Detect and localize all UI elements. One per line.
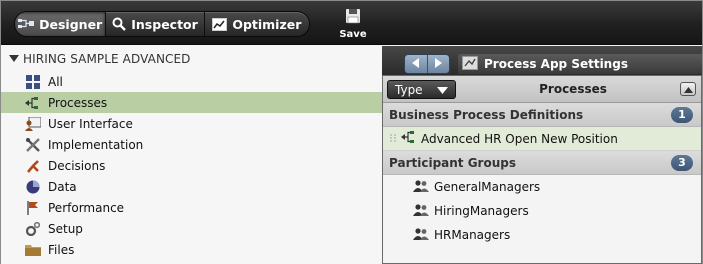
tools-icon	[25, 137, 41, 153]
list-item-label: HRManagers	[434, 228, 511, 242]
grid-icon	[25, 74, 41, 90]
tree-item-files[interactable]: Files	[1, 239, 382, 260]
mode-switcher: Designer Inspector Optimizer	[14, 11, 310, 37]
collapse-button[interactable]	[680, 82, 696, 96]
users-icon	[413, 227, 429, 243]
tree-item-label: Processes	[48, 95, 108, 110]
forward-button[interactable]	[428, 55, 450, 73]
triangle-down-icon[interactable]	[9, 52, 19, 66]
tree-item-label: All	[48, 74, 63, 89]
save-label: Save	[339, 29, 367, 40]
section-label: Participant Groups	[389, 155, 516, 170]
list-item-participant-group[interactable]: HRManagers	[383, 223, 701, 247]
settings-icon	[462, 55, 478, 73]
users-icon	[413, 179, 429, 195]
tree-item-all[interactable]: All	[1, 71, 382, 92]
list-item-label: GeneralManagers	[434, 180, 541, 194]
tree-item-label: Files	[48, 242, 75, 257]
tab-process-app-settings[interactable]: Process App Settings	[458, 54, 702, 74]
arrow-left-icon	[411, 57, 420, 71]
section-business-process-definitions[interactable]: Business Process Definitions 1	[383, 103, 701, 127]
tree-item-label: Implementation	[48, 137, 144, 152]
list-item-label: HiringManagers	[434, 204, 529, 218]
list-item-participant-group[interactable]: GeneralManagers	[383, 175, 701, 199]
floppy-disk-icon	[345, 8, 361, 27]
tree-item-implementation[interactable]: Implementation	[1, 134, 382, 155]
tree-item-label: Setup	[48, 221, 83, 236]
process-icon	[25, 95, 41, 111]
tree-item-data[interactable]: Data	[1, 176, 382, 197]
tree-item-label: Decisions	[48, 158, 106, 173]
data-icon	[25, 179, 41, 195]
triangle-up-icon	[683, 82, 693, 96]
popup-toolbar: Type Processes	[383, 76, 701, 103]
editor-panel: Process App Settings Type Processes Busi…	[382, 46, 702, 264]
users-icon	[413, 203, 429, 219]
designer-button[interactable]: Designer	[15, 12, 107, 36]
folder-icon	[25, 242, 41, 258]
chevron-down-icon	[436, 83, 448, 97]
magnifier-icon	[112, 17, 127, 31]
save-button[interactable]: Save	[334, 8, 372, 44]
grip-icon	[389, 132, 397, 146]
optimizer-button[interactable]: Optimizer	[205, 12, 309, 36]
library-tree: HIRING SAMPLE ADVANCED All Processes Use…	[1, 46, 382, 264]
tree-item-user-interface[interactable]: User Interface	[1, 113, 382, 134]
tree-root-label: HIRING SAMPLE ADVANCED	[23, 51, 191, 66]
tree-item-setup[interactable]: Setup	[1, 218, 382, 239]
list-item-label: Advanced HR Open New Position	[421, 131, 618, 146]
designer-label: Designer	[39, 16, 103, 32]
tree-item-label: Performance	[48, 200, 125, 215]
type-dropdown[interactable]: Type	[387, 80, 456, 99]
tree-item-label: User Interface	[48, 116, 133, 131]
tree-item-processes[interactable]: Processes	[1, 92, 382, 113]
list-item-bpd[interactable]: Advanced HR Open New Position	[383, 127, 701, 151]
inspector-label: Inspector	[131, 16, 198, 32]
tree-item-label: Data	[48, 179, 77, 194]
back-button[interactable]	[405, 55, 428, 73]
tab-label: Process App Settings	[484, 57, 628, 71]
optimizer-label: Optimizer	[232, 16, 302, 32]
chart-icon	[212, 17, 228, 31]
designer-icon	[18, 18, 35, 30]
app-window: Designer Inspector Optimizer Save HIRING…	[0, 0, 703, 264]
editor-header: Process App Settings	[382, 46, 702, 74]
count-badge: 3	[671, 154, 693, 171]
top-toolbar: Designer Inspector Optimizer Save	[1, 1, 702, 45]
popup-title: Processes	[539, 82, 607, 96]
arrow-right-icon	[434, 57, 443, 71]
tree-root-hiring-sample-advanced[interactable]: HIRING SAMPLE ADVANCED	[1, 46, 382, 71]
gear-icon	[25, 221, 41, 237]
tree-item-performance[interactable]: Performance	[1, 197, 382, 218]
history-nav	[404, 54, 450, 74]
tree-item-decisions[interactable]: Decisions	[1, 155, 382, 176]
decision-icon	[25, 158, 41, 174]
inspector-button[interactable]: Inspector	[106, 12, 205, 36]
process-icon	[401, 131, 417, 146]
processes-popup: Type Processes Business Process Definiti…	[382, 75, 702, 264]
list-item-participant-group[interactable]: HiringManagers	[383, 199, 701, 223]
flag-icon	[25, 200, 41, 216]
section-participant-groups[interactable]: Participant Groups 3	[383, 151, 701, 175]
type-dropdown-label: Type	[395, 82, 423, 97]
user-interface-icon	[25, 116, 41, 132]
section-label: Business Process Definitions	[389, 107, 584, 122]
count-badge: 1	[671, 106, 693, 123]
